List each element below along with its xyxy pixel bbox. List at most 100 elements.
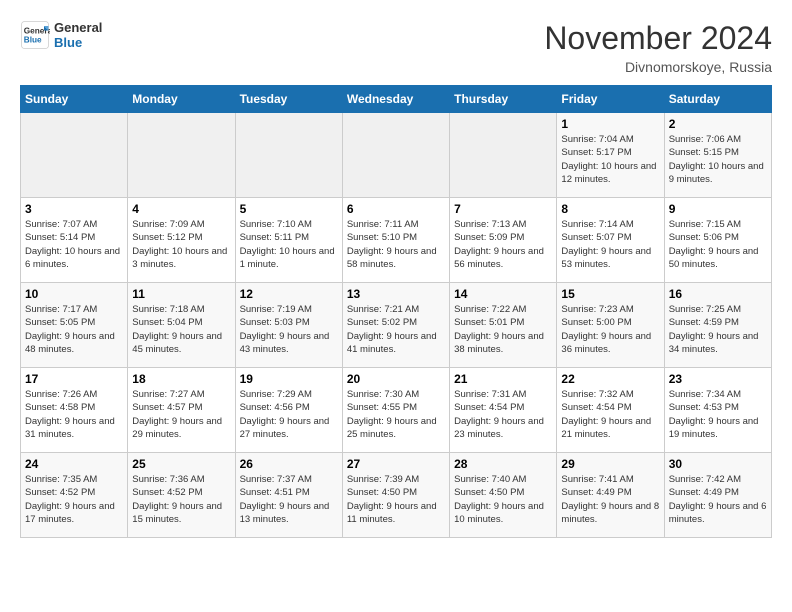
calendar-cell: 17 Sunrise: 7:26 AM Sunset: 4:58 PM Dayli… [21,368,128,453]
day-header-thursday: Thursday [450,86,557,113]
day-number: 16 [669,287,767,301]
day-number: 12 [240,287,338,301]
day-detail: Sunrise: 7:19 AM Sunset: 5:03 PM Dayligh… [240,303,338,356]
calendar-cell: 29 Sunrise: 7:41 AM Sunset: 4:49 PM Dayli… [557,453,664,538]
day-detail: Sunrise: 7:26 AM Sunset: 4:58 PM Dayligh… [25,388,123,441]
day-detail: Sunrise: 7:37 AM Sunset: 4:51 PM Dayligh… [240,473,338,526]
week-row-5: 24Sunrise: 7:35 AM Sunset: 4:52 PM Dayli… [21,453,772,538]
day-number: 3 [25,202,123,216]
calendar-cell: 10 Sunrise: 7:17 AM Sunset: 5:05 PM Dayli… [21,283,128,368]
day-detail: Sunrise: 7:31 AM Sunset: 4:54 PM Dayligh… [454,388,552,441]
calendar-cell: 7 Sunrise: 7:13 AM Sunset: 5:09 PM Daylig… [450,198,557,283]
day-number: 19 [240,372,338,386]
day-detail: Sunrise: 7:06 AM Sunset: 5:15 PM Dayligh… [669,133,767,186]
day-number: 25 [132,457,230,471]
day-detail: Sunrise: 7:04 AM Sunset: 5:17 PM Dayligh… [561,133,659,186]
day-detail: Sunrise: 7:42 AM Sunset: 4:49 PM Dayligh… [669,473,767,526]
calendar-cell: 26 Sunrise: 7:37 AM Sunset: 4:51 PM Dayli… [235,453,342,538]
calendar-cell: 21 Sunrise: 7:31 AM Sunset: 4:54 PM Dayli… [450,368,557,453]
day-number: 9 [669,202,767,216]
day-number: 14 [454,287,552,301]
week-row-1: 1 Sunrise: 7:04 AM Sunset: 5:17 PM Daylig… [21,113,772,198]
day-number: 21 [454,372,552,386]
calendar-cell: 18 Sunrise: 7:27 AM Sunset: 4:57 PM Dayli… [128,368,235,453]
day-number: 20 [347,372,445,386]
day-detail: Sunrise: 7:14 AM Sunset: 5:07 PM Dayligh… [561,218,659,271]
day-detail: Sunrise: 7:18 AM Sunset: 5:04 PM Dayligh… [132,303,230,356]
day-number: 1 [561,117,659,131]
calendar-cell: 11 Sunrise: 7:18 AM Sunset: 5:04 PM Dayli… [128,283,235,368]
logo: General Blue GeneralBlue [20,20,102,50]
day-detail: Sunrise: 7:21 AM Sunset: 5:02 PM Dayligh… [347,303,445,356]
day-number: 10 [25,287,123,301]
day-detail: Sunrise: 7:32 AM Sunset: 4:54 PM Dayligh… [561,388,659,441]
calendar-cell: 25Sunrise: 7:36 AM Sunset: 4:52 PM Dayli… [128,453,235,538]
day-number: 17 [25,372,123,386]
day-number: 27 [347,457,445,471]
day-detail: Sunrise: 7:34 AM Sunset: 4:53 PM Dayligh… [669,388,767,441]
calendar-cell: 15Sunrise: 7:23 AM Sunset: 5:00 PM Dayli… [557,283,664,368]
calendar-cell: 2 Sunrise: 7:06 AM Sunset: 5:15 PM Daylig… [664,113,771,198]
day-number: 30 [669,457,767,471]
day-number: 2 [669,117,767,131]
month-title: November 2024 [544,20,772,57]
day-number: 6 [347,202,445,216]
day-number: 26 [240,457,338,471]
day-detail: Sunrise: 7:27 AM Sunset: 4:57 PM Dayligh… [132,388,230,441]
day-number: 11 [132,287,230,301]
day-number: 8 [561,202,659,216]
calendar-cell: 13 Sunrise: 7:21 AM Sunset: 5:02 PM Dayli… [342,283,449,368]
location: Divnomorskoye, Russia [544,59,772,75]
calendar-cell: 1 Sunrise: 7:04 AM Sunset: 5:17 PM Daylig… [557,113,664,198]
calendar-cell: 8 Sunrise: 7:14 AM Sunset: 5:07 PM Daylig… [557,198,664,283]
day-number: 7 [454,202,552,216]
day-detail: Sunrise: 7:25 AM Sunset: 4:59 PM Dayligh… [669,303,767,356]
day-number: 23 [669,372,767,386]
calendar-cell: 6Sunrise: 7:11 AM Sunset: 5:10 PM Daylig… [342,198,449,283]
calendar-cell: 20Sunrise: 7:30 AM Sunset: 4:55 PM Dayli… [342,368,449,453]
day-detail: Sunrise: 7:15 AM Sunset: 5:06 PM Dayligh… [669,218,767,271]
day-number: 15 [561,287,659,301]
day-header-friday: Friday [557,86,664,113]
days-header-row: SundayMondayTuesdayWednesdayThursdayFrid… [21,86,772,113]
logo-icon: General Blue [20,20,50,50]
day-number: 5 [240,202,338,216]
day-number: 29 [561,457,659,471]
day-number: 22 [561,372,659,386]
calendar-cell: 23 Sunrise: 7:34 AM Sunset: 4:53 PM Dayli… [664,368,771,453]
calendar-cell [342,113,449,198]
logo-text: GeneralBlue [54,20,102,50]
title-block: November 2024 Divnomorskoye, Russia [544,20,772,75]
calendar-table: SundayMondayTuesdayWednesdayThursdayFrid… [20,85,772,538]
calendar-cell [235,113,342,198]
day-number: 28 [454,457,552,471]
day-detail: Sunrise: 7:41 AM Sunset: 4:49 PM Dayligh… [561,473,659,526]
calendar-cell: 28 Sunrise: 7:40 AM Sunset: 4:50 PM Dayli… [450,453,557,538]
calendar-cell [128,113,235,198]
calendar-cell: 14 Sunrise: 7:22 AM Sunset: 5:01 PM Dayli… [450,283,557,368]
day-detail: Sunrise: 7:07 AM Sunset: 5:14 PM Dayligh… [25,218,123,271]
day-detail: Sunrise: 7:40 AM Sunset: 4:50 PM Dayligh… [454,473,552,526]
day-detail: Sunrise: 7:17 AM Sunset: 5:05 PM Dayligh… [25,303,123,356]
calendar-cell: 19Sunrise: 7:29 AM Sunset: 4:56 PM Dayli… [235,368,342,453]
day-detail: Sunrise: 7:13 AM Sunset: 5:09 PM Dayligh… [454,218,552,271]
day-detail: Sunrise: 7:10 AM Sunset: 5:11 PM Dayligh… [240,218,338,271]
calendar-cell: 12 Sunrise: 7:19 AM Sunset: 5:03 PM Dayli… [235,283,342,368]
day-number: 18 [132,372,230,386]
calendar-cell: 4Sunrise: 7:09 AM Sunset: 5:12 PM Daylig… [128,198,235,283]
day-number: 13 [347,287,445,301]
day-header-sunday: Sunday [21,86,128,113]
day-header-wednesday: Wednesday [342,86,449,113]
calendar-cell: 9 Sunrise: 7:15 AM Sunset: 5:06 PM Daylig… [664,198,771,283]
week-row-4: 17 Sunrise: 7:26 AM Sunset: 4:58 PM Dayli… [21,368,772,453]
calendar-cell: 5 Sunrise: 7:10 AM Sunset: 5:11 PM Daylig… [235,198,342,283]
day-header-tuesday: Tuesday [235,86,342,113]
day-detail: Sunrise: 7:39 AM Sunset: 4:50 PM Dayligh… [347,473,445,526]
day-number: 24 [25,457,123,471]
day-detail: Sunrise: 7:22 AM Sunset: 5:01 PM Dayligh… [454,303,552,356]
week-row-2: 3 Sunrise: 7:07 AM Sunset: 5:14 PM Daylig… [21,198,772,283]
calendar-cell: 30 Sunrise: 7:42 AM Sunset: 4:49 PM Dayli… [664,453,771,538]
calendar-cell [450,113,557,198]
calendar-cell: 22 Sunrise: 7:32 AM Sunset: 4:54 PM Dayli… [557,368,664,453]
svg-text:Blue: Blue [24,36,42,45]
